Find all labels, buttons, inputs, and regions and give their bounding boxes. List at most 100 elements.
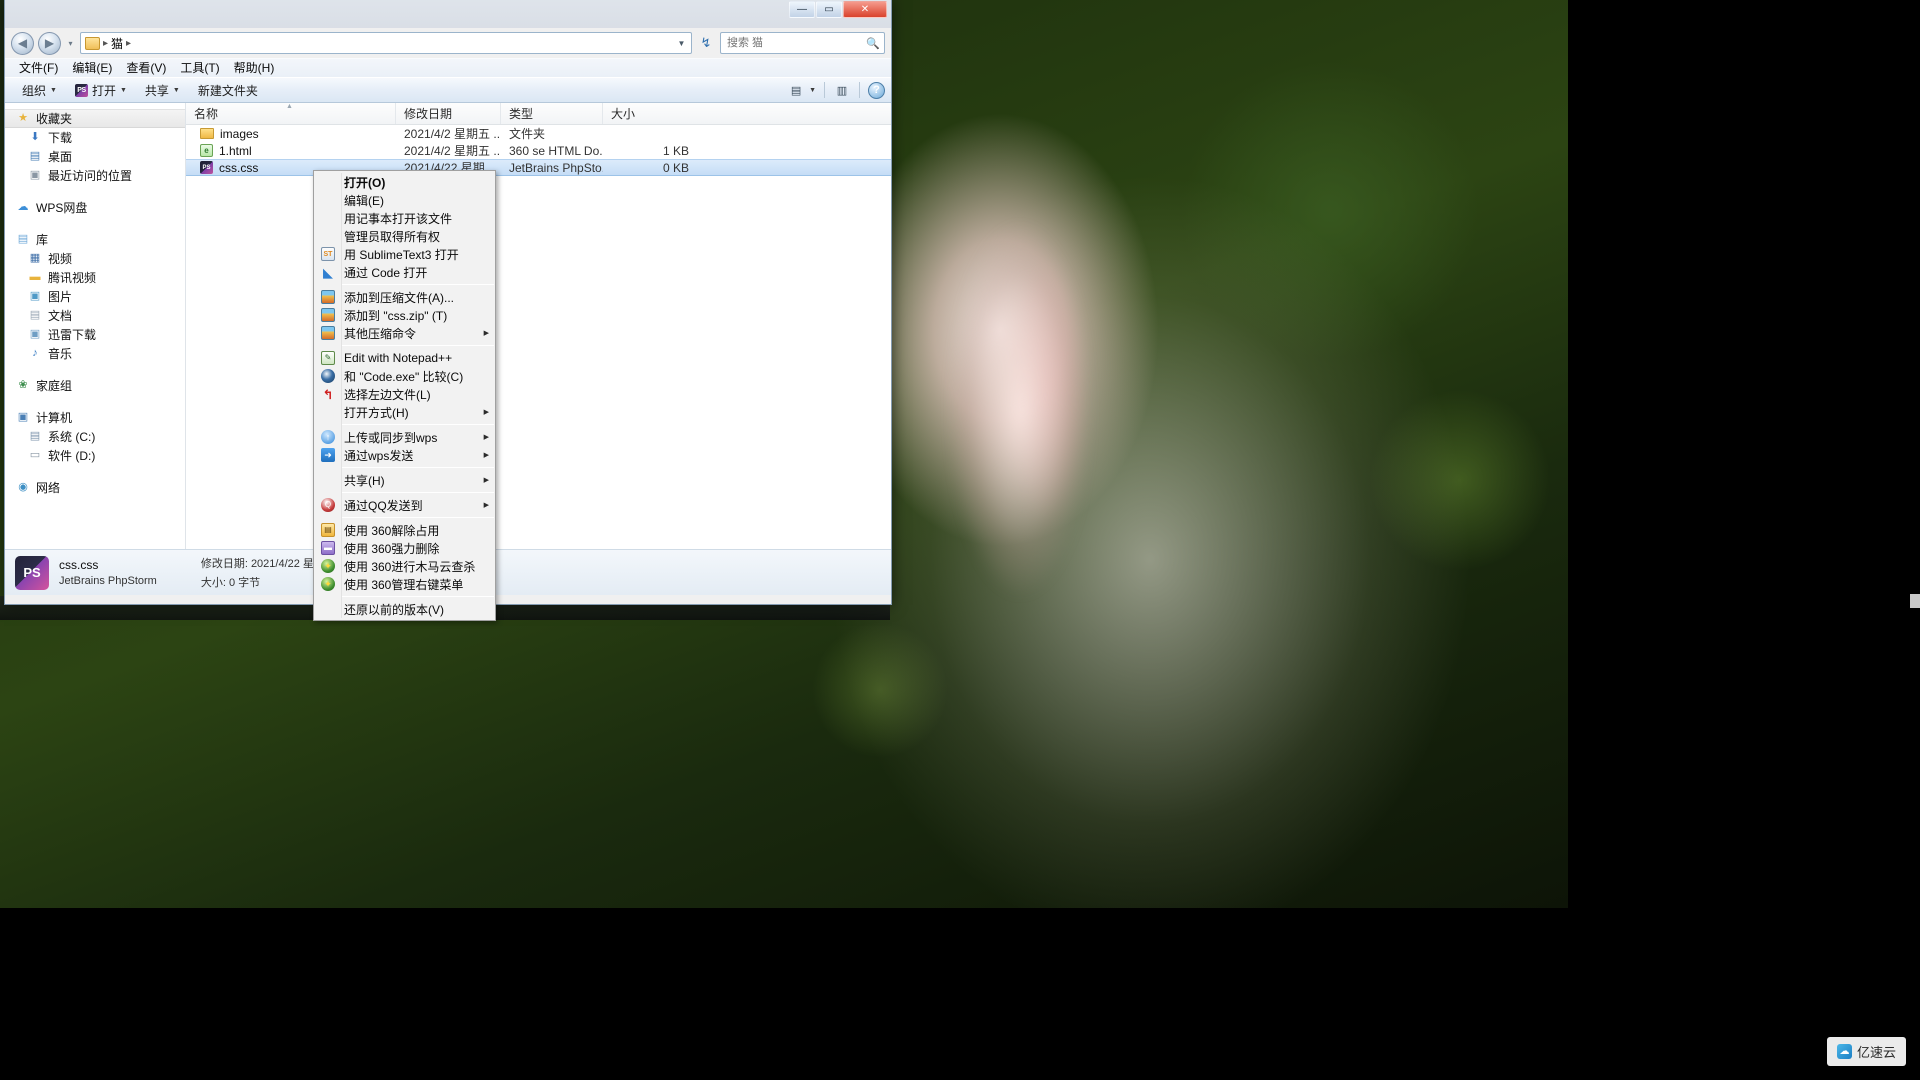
context-menu-item[interactable]: 编辑(E) (314, 191, 495, 209)
computer-icon: ▣ (17, 411, 29, 423)
refresh-icon: ↯ (700, 35, 712, 50)
context-menu-item[interactable]: ✦ 使用 360进行木马云查杀 (314, 557, 495, 575)
preview-pane-icon[interactable]: ▥ (833, 82, 851, 98)
context-menu-item[interactable]: ◣ 通过 Code 打开 (314, 263, 495, 281)
context-menu-item[interactable]: 添加到 "css.zip" (T) (314, 306, 495, 324)
context-menu-item[interactable]: 用记事本打开该文件 (314, 209, 495, 227)
sidebar-group-WPS网盘[interactable]: ☁ WPS网盘 (5, 198, 185, 217)
context-menu-item[interactable]: 共享(H) ▶ (314, 471, 495, 489)
context-menu-item[interactable]: ↰ 选择左边文件(L) (314, 385, 495, 403)
context-menu-item[interactable]: ▬ 使用 360强力删除 (314, 539, 495, 557)
context-menu-item-label: 使用 360管理右键菜单 (344, 577, 464, 592)
screen-black-right (1568, 0, 1920, 1080)
360-menu-manage-icon: ✦ (321, 577, 335, 591)
context-menu-item[interactable]: 打开方式(H) ▶ (314, 403, 495, 421)
thunder-download-icon: ▣ (29, 328, 41, 340)
context-menu-item-label: 管理员取得所有权 (344, 229, 441, 244)
refresh-button[interactable]: ↯ (696, 32, 716, 54)
forward-button[interactable]: ▶ (38, 31, 61, 55)
context-menu-item[interactable]: ➜ 通过wps发送 ▶ (314, 446, 495, 464)
breadcrumb-separator-leading[interactable]: ▸ (102, 38, 109, 49)
context-menu-item-label: 选择左边文件(L) (344, 387, 431, 402)
sidebar-item-桌面[interactable]: ▤ 桌面 (5, 147, 185, 166)
file-type-cell: 360 se HTML Do... (509, 143, 603, 158)
sidebar-group-家庭组[interactable]: ❀ 家庭组 (5, 376, 185, 395)
wps-send-icon: ➜ (321, 448, 335, 462)
context-menu-separator (342, 596, 494, 597)
column-header-date[interactable]: 修改日期 (396, 103, 501, 124)
music-icon: ♪ (32, 347, 38, 359)
sidebar-item-迅雷下载[interactable]: ▣ 迅雷下载 (5, 325, 185, 344)
search-box[interactable]: 🔍 (720, 32, 885, 54)
context-menu-item[interactable]: ST 用 SublimeText3 打开 (314, 245, 495, 263)
menu-help[interactable]: 帮助(H) (228, 58, 283, 78)
share-button[interactable]: 共享 ▼ (136, 80, 189, 101)
table-row[interactable]: images 2021/4/2 星期五 ... 文件夹 (186, 125, 891, 142)
column-header-type[interactable]: 类型 (501, 103, 603, 124)
file-name-label: 1.html (219, 143, 252, 158)
sidebar-group-label: 计算机 (36, 411, 73, 425)
context-menu-separator (342, 492, 494, 493)
sidebar-item-音乐[interactable]: ♪ 音乐 (5, 344, 185, 363)
context-menu-separator (342, 424, 494, 425)
table-row[interactable]: PS css.css 2021/4/22 星期... JetBrains PhpSto… (186, 159, 891, 176)
sidebar-item-文档[interactable]: ▤ 文档 (5, 306, 185, 325)
back-button[interactable]: ◀ (11, 31, 34, 55)
file-size-cell: 0 KB (662, 160, 689, 175)
menu-tools[interactable]: 工具(T) (174, 58, 227, 78)
cloud-logo-icon: ☁ (1836, 1044, 1852, 1059)
sidebar-group-收藏夹[interactable]: ★ 收藏夹 (5, 109, 185, 128)
minimize-button[interactable]: — (789, 1, 815, 18)
sidebar-group-label: 家庭组 (36, 379, 73, 393)
sidebar-group-计算机[interactable]: ▣ 计算机 (5, 408, 185, 427)
sidebar-item-软件 (D:)[interactable]: ▭ 软件 (D:) (5, 446, 185, 465)
context-menu-item[interactable]: 添加到压缩文件(A)... (314, 288, 495, 306)
context-menu-item[interactable]: 还原以前的版本(V) (314, 600, 495, 618)
change-view-icon[interactable]: ▤ (787, 82, 805, 98)
beyond-compare-icon (321, 369, 335, 383)
context-menu-item[interactable]: 其他压缩命令 ▶ (314, 324, 495, 342)
new-folder-button[interactable]: 新建文件夹 (189, 80, 267, 101)
window-titlebar[interactable]: — ▭ ✕ (5, 0, 891, 28)
context-menu-item-label: 还原以前的版本(V) (344, 602, 444, 617)
context-menu-item[interactable]: Q 通过QQ发送到 ▶ (314, 496, 495, 514)
address-bar[interactable]: ▸ 猫 ▸ ▼ (80, 32, 692, 54)
context-menu-item[interactable]: ✦ 使用 360管理右键菜单 (314, 575, 495, 593)
column-header-row: 名称 修改日期 类型 大小 ▲ (186, 103, 891, 125)
organize-button[interactable]: 组织 ▼ (13, 80, 66, 101)
chevron-down-icon[interactable]: ▼ (809, 87, 816, 94)
sublime-text-icon: ST (321, 247, 335, 261)
sidebar-item-视频[interactable]: ▦ 视频 (5, 249, 185, 268)
sidebar-item-系统 (C:)[interactable]: ▤ 系统 (C:) (5, 427, 185, 446)
sidebar-item-最近访问的位置[interactable]: ▣ 最近访问的位置 (5, 166, 185, 185)
breadcrumb-current-folder[interactable]: 猫 (111, 35, 123, 52)
search-input[interactable] (725, 36, 880, 50)
sidebar-item-腾讯视频[interactable]: ▬ 腾讯视频 (5, 268, 185, 287)
context-menu-item[interactable]: 打开(O) (314, 173, 495, 191)
table-row[interactable]: e 1.html 2021/4/2 星期五 ... 360 se HTML Do...… (186, 142, 891, 159)
open-button[interactable]: PS 打开 ▼ (66, 80, 136, 101)
context-menu-item[interactable]: 管理员取得所有权 (314, 227, 495, 245)
address-dropdown-icon[interactable]: ▼ (674, 33, 689, 53)
breadcrumb-separator[interactable]: ▸ (125, 38, 132, 49)
help-icon[interactable]: ? (868, 81, 885, 99)
context-menu-item[interactable]: ✎ Edit with Notepad++ (314, 349, 495, 367)
sidebar-group-库[interactable]: ▤ 库 (5, 230, 185, 249)
360-force-delete-icon: ▬ (321, 541, 335, 555)
menu-file[interactable]: 文件(F) (13, 58, 66, 78)
sidebar-group-网络[interactable]: ◉ 网络 (5, 478, 185, 497)
context-menu-item[interactable]: 和 "Code.exe" 比较(C) (314, 367, 495, 385)
recent-pages-button[interactable]: ▾ (65, 39, 76, 48)
context-menu-item[interactable]: ↑ 上传或同步到wps ▶ (314, 428, 495, 446)
sidebar-item-图片[interactable]: ▣ 图片 (5, 287, 185, 306)
context-menu-item[interactable]: ▤ 使用 360解除占用 (314, 521, 495, 539)
menu-edit[interactable]: 编辑(E) (66, 58, 120, 78)
file-rows-container: images 2021/4/2 星期五 ... 文件夹 e 1.html 2021/4/2… (186, 125, 891, 176)
maximize-button[interactable]: ▭ (816, 1, 842, 18)
sidebar-item-下载[interactable]: ⬇ 下载 (5, 128, 185, 147)
close-button[interactable]: ✕ (843, 1, 887, 18)
column-header-size[interactable]: 大小 (603, 103, 703, 124)
menu-view[interactable]: 查看(V) (120, 58, 174, 78)
